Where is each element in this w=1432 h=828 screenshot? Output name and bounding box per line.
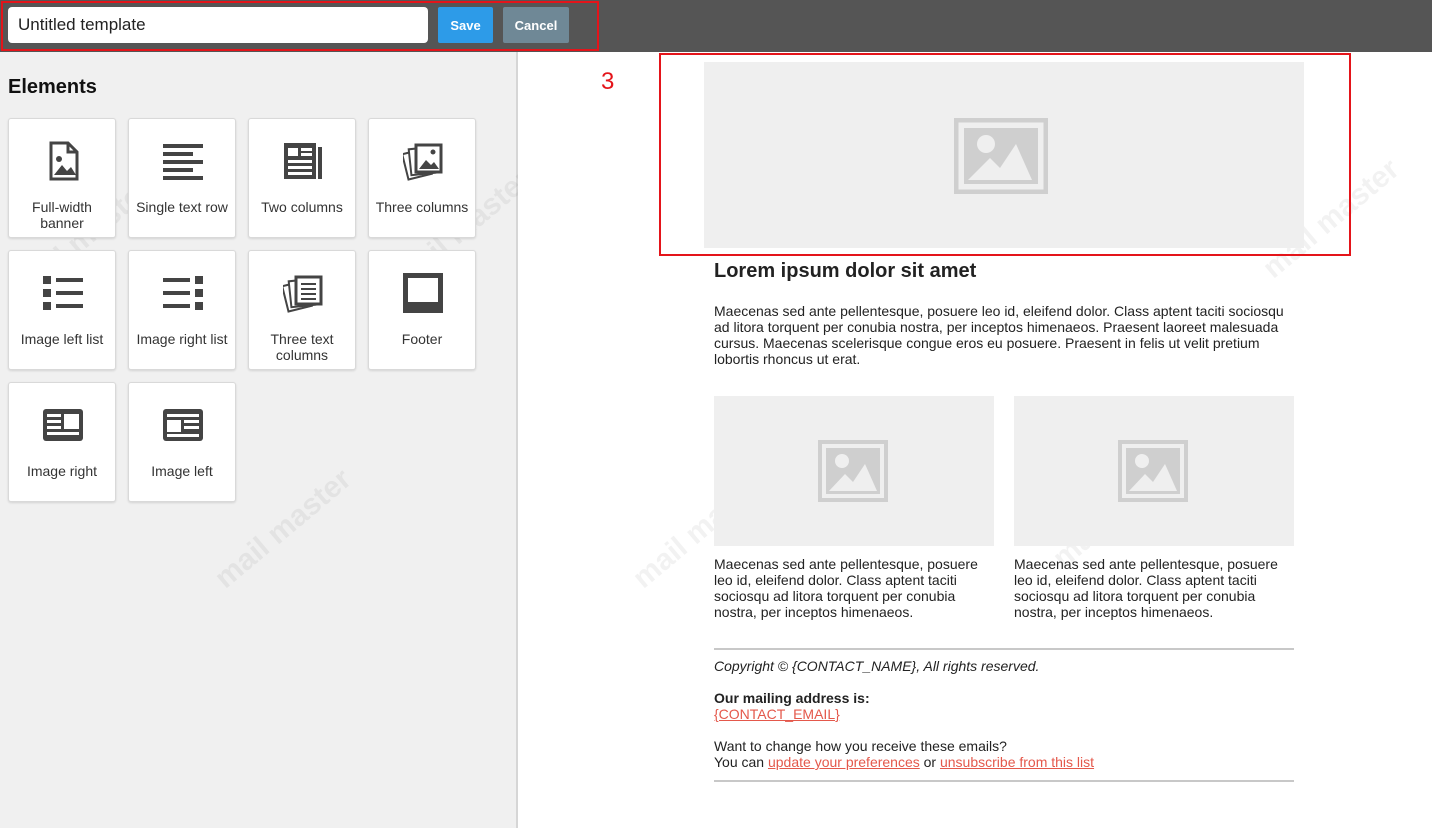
unsubscribe-link[interactable]: unsubscribe from this list: [940, 754, 1094, 770]
email-preview: mail master mail master mail master 3 Lo…: [518, 52, 1432, 828]
footer-frame-icon: [403, 273, 443, 313]
element-tile-full-width-banner[interactable]: Full-width banner: [8, 118, 116, 238]
element-tile-image-right[interactable]: Image right: [8, 382, 116, 502]
tile-label: Full-width banner: [32, 199, 92, 231]
bullet-list-icon: [43, 276, 83, 310]
right-list-icon: [163, 276, 203, 310]
image-file-icon: [49, 141, 79, 181]
image-placeholder-icon: [1118, 440, 1188, 502]
two-columns-icon: [284, 143, 322, 179]
element-tile-image-right-list[interactable]: Image right list: [128, 250, 236, 370]
column-text[interactable]: Maecenas sed ante pellentesque, posuere …: [1014, 556, 1286, 620]
image-placeholder-icon: [954, 118, 1048, 194]
contact-email-link[interactable]: {CONTACT_EMAIL}: [714, 706, 840, 722]
element-tile-three-columns[interactable]: Three columns: [368, 118, 476, 238]
article-image-right-icon: [43, 409, 83, 441]
column-image-placeholder[interactable]: [714, 396, 994, 546]
text-lines-icon: [163, 144, 203, 180]
banner-image-placeholder[interactable]: [704, 62, 1304, 248]
tile-label: Image right: [26, 463, 98, 479]
save-button[interactable]: Save: [438, 7, 493, 43]
email-heading[interactable]: Lorem ipsum dolor sit amet: [714, 260, 976, 283]
stacked-images-icon: [403, 143, 443, 181]
element-tile-three-text-columns[interactable]: Three text columns: [248, 250, 356, 370]
image-placeholder-icon: [818, 440, 888, 502]
tile-label: Footer: [401, 331, 443, 347]
column-image-placeholder[interactable]: [1014, 396, 1294, 546]
cancel-button[interactable]: Cancel: [503, 7, 569, 43]
element-tile-image-left-list[interactable]: Image left list: [8, 250, 116, 370]
annotation-number: 3: [601, 68, 615, 95]
mailing-address-title: Our mailing address is:: [714, 690, 870, 706]
footer-preferences-text: Want to change how you receive these ema…: [714, 738, 1094, 770]
article-image-left-icon: [163, 409, 203, 441]
tile-label: Image left: [151, 463, 213, 479]
sidebar-title: Elements: [8, 76, 97, 98]
element-tile-footer[interactable]: Footer: [368, 250, 476, 370]
update-preferences-link[interactable]: update your preferences: [768, 754, 920, 770]
column-text[interactable]: Maecenas sed ante pellentesque, posuere …: [714, 556, 986, 620]
element-tile-two-columns[interactable]: Two columns: [248, 118, 356, 238]
top-toolbar: Save Cancel: [0, 0, 1432, 52]
footer-divider: [714, 648, 1294, 650]
footer-copyright[interactable]: Copyright © {CONTACT_NAME}, All rights r…: [714, 658, 1039, 674]
tile-label: Two columns: [261, 199, 343, 215]
change-line: Want to change how you receive these ema…: [714, 738, 1007, 754]
you-can-text: You can: [714, 754, 765, 770]
or-text: or: [923, 754, 937, 770]
tile-label: Image left list: [20, 331, 104, 347]
tile-label: Single text row: [136, 199, 228, 215]
tile-label: Three columns: [375, 199, 469, 215]
footer-divider: [714, 780, 1294, 782]
stacked-documents-icon: [283, 275, 323, 313]
element-tile-image-left[interactable]: Image left: [128, 382, 236, 502]
element-tile-single-text-row[interactable]: Single text row: [128, 118, 236, 238]
elements-sidebar: mail master mail master mail master Elem…: [0, 52, 538, 828]
email-paragraph[interactable]: Maecenas sed ante pellentesque, posuere …: [714, 303, 1290, 367]
tile-label: Image right list: [136, 331, 228, 347]
template-name-input[interactable]: [8, 7, 428, 43]
tile-label: Three text columns: [270, 331, 334, 363]
